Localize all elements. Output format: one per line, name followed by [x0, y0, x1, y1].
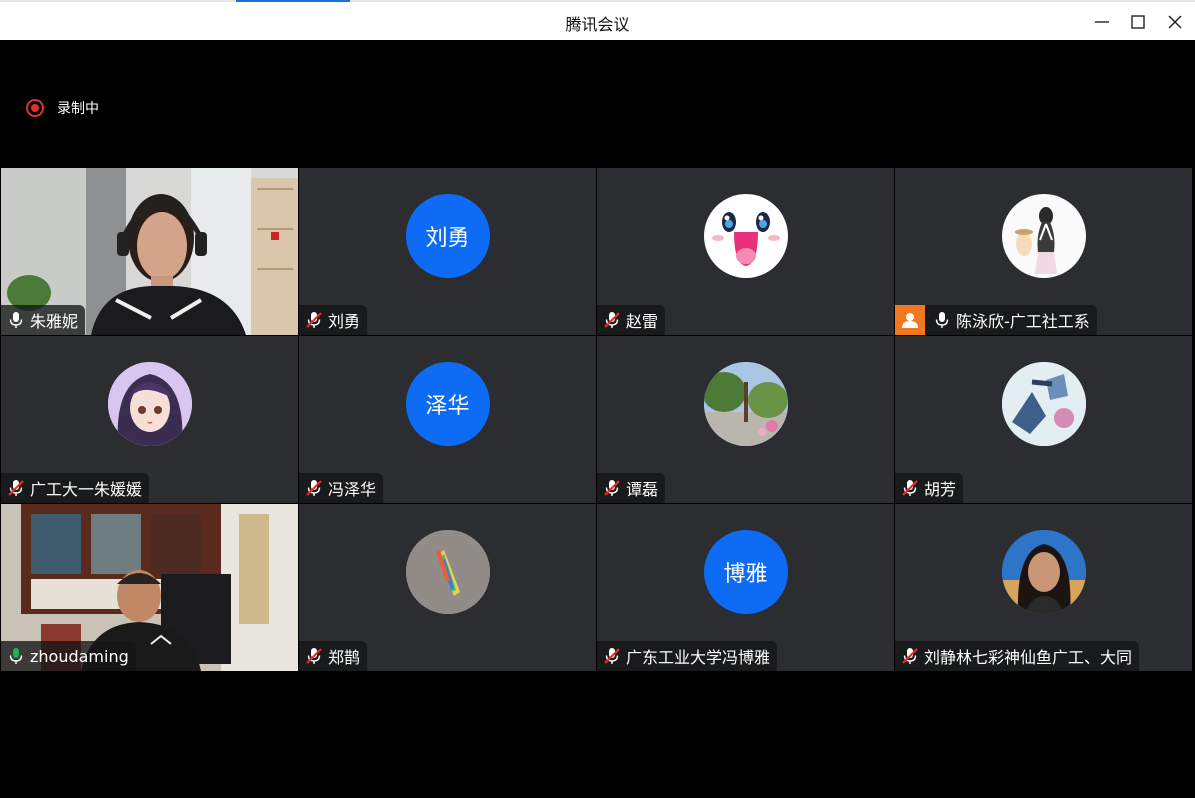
microphone-muted-icon [604, 648, 620, 664]
participant-tile[interactable]: 广工大一朱媛媛 [1, 336, 298, 503]
window-title: 腾讯会议 [565, 15, 630, 34]
taskbar-accent [236, 0, 350, 2]
participant-name: 广工大一朱媛媛 [30, 480, 143, 499]
microphone-muted-icon [306, 480, 322, 496]
participant-name: 广东工业大学冯博雅 [626, 648, 771, 667]
microphone-active-icon [9, 648, 23, 664]
participant-namebar: 刘勇 [299, 305, 368, 335]
minimize-button[interactable] [1088, 8, 1116, 36]
participant-name: 陈泳欣-广工社工系 [956, 312, 1090, 331]
participant-namebar: 广工大一朱媛媛 [1, 473, 150, 503]
participant-name: 赵雷 [626, 312, 659, 331]
participant-namebar: 胡芳 [895, 473, 964, 503]
participant-name: 刘静林七彩神仙鱼广工、大同 [924, 648, 1133, 667]
participant-namebar: 陈泳欣-广工社工系 [895, 305, 1097, 335]
cartoon-face-icon [703, 194, 788, 278]
garden-photo-icon [703, 362, 788, 446]
woman-portrait-icon [1001, 530, 1086, 614]
avatar [1001, 194, 1086, 278]
participant-tile[interactable]: zhoudaming [1, 504, 298, 671]
microphone-icon [935, 312, 949, 328]
participant-tile[interactable]: 陈泳欣-广工社工系 [895, 168, 1192, 335]
recording-indicator[interactable]: 录制中 [26, 98, 99, 118]
avatar: 泽华 [405, 362, 490, 446]
microphone-muted-icon [902, 648, 918, 664]
participant-tile[interactable]: 胡芳 [895, 336, 1192, 503]
participant-tile[interactable]: 泽华 冯泽华 [299, 336, 596, 503]
microphone-icon [9, 312, 23, 328]
participant-namebar: 冯泽华 [299, 473, 384, 503]
participant-grid: 朱雅妮 刘勇 刘勇 赵雷 陈泳欣-广工社工系 广工大一朱媛媛 泽华 冯泽华 谭磊… [0, 167, 1193, 672]
participant-tile[interactable]: 赵雷 [597, 168, 894, 335]
participant-namebar: zhoudaming [1, 641, 136, 671]
participant-tile[interactable]: 谭磊 [597, 336, 894, 503]
minimize-icon [1095, 21, 1109, 23]
participant-name: 冯泽华 [328, 480, 377, 499]
participant-namebar: 赵雷 [597, 305, 666, 335]
participant-tile[interactable]: 刘勇 刘勇 [299, 168, 596, 335]
microphone-muted-icon [8, 480, 24, 496]
microphone-muted-icon [604, 480, 620, 496]
participant-name: 胡芳 [924, 480, 957, 499]
participant-namebar: 刘静林七彩神仙鱼广工、大同 [895, 641, 1140, 671]
avatar: 刘勇 [405, 194, 490, 278]
anime-girl-icon [107, 362, 192, 446]
maximize-icon [1131, 15, 1145, 29]
participant-tile[interactable]: 刘静林七彩神仙鱼广工、大同 [895, 504, 1192, 671]
rainbow-prism-icon [405, 530, 490, 614]
participant-name: 郑鹊 [328, 648, 361, 667]
microphone-muted-icon [902, 480, 918, 496]
microphone-muted-icon [306, 312, 322, 328]
participant-tile[interactable]: 博雅 广东工业大学冯博雅 [597, 504, 894, 671]
avatar: 博雅 [703, 530, 788, 614]
microphone-muted-icon [306, 648, 322, 664]
microphone-muted-icon [604, 312, 620, 328]
maximize-button[interactable] [1124, 8, 1152, 36]
participant-namebar: 谭磊 [597, 473, 666, 503]
participant-namebar: 郑鹊 [299, 641, 368, 671]
participant-namebar: 朱雅妮 [1, 305, 86, 335]
participant-tile[interactable]: 朱雅妮 [1, 168, 298, 335]
stickers-photo-icon [1001, 362, 1086, 446]
close-button[interactable] [1161, 8, 1189, 36]
participant-name: zhoudaming [30, 646, 129, 666]
participant-name: 朱雅妮 [30, 312, 79, 331]
title-bar: 腾讯会议 [0, 0, 1195, 40]
record-icon [26, 99, 44, 117]
host-icon [895, 305, 925, 335]
recording-label: 录制中 [57, 101, 99, 117]
participant-name: 谭磊 [626, 480, 659, 499]
participant-namebar: 广东工业大学冯博雅 [597, 641, 778, 671]
close-icon [1168, 15, 1182, 29]
participant-name: 刘勇 [328, 312, 361, 331]
participant-tile[interactable]: 郑鹊 [299, 504, 596, 671]
